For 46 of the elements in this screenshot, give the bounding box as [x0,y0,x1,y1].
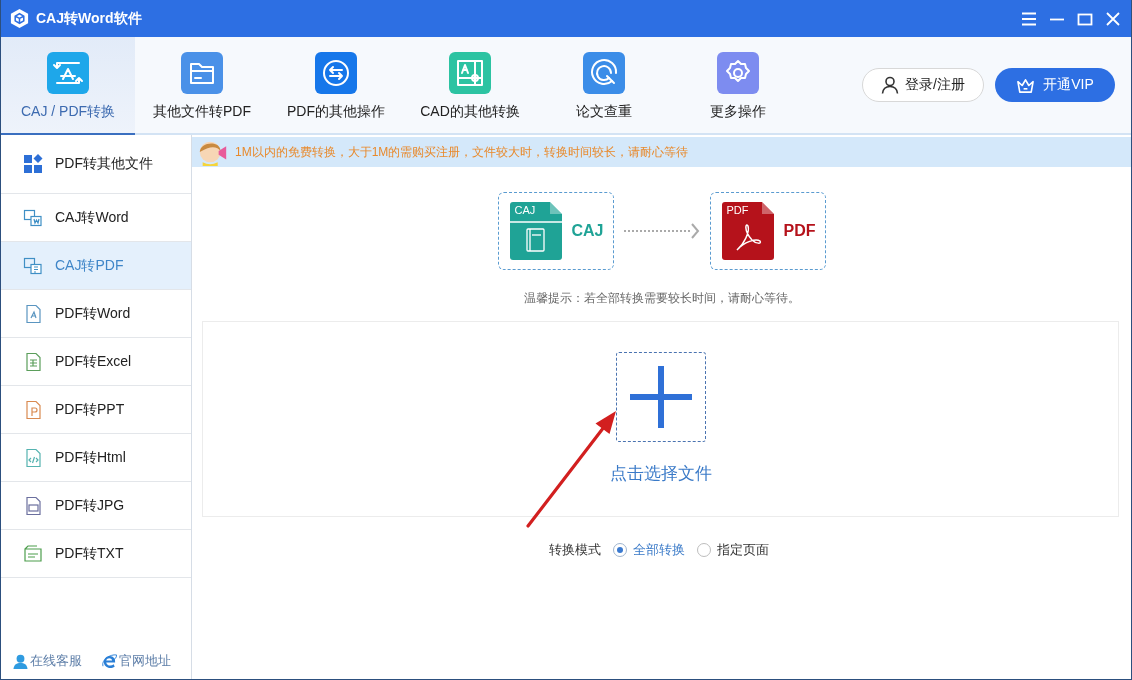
menu-icon[interactable] [1021,10,1037,27]
format-label: PDF [783,222,816,240]
folder-icon [181,52,223,94]
app-logo-icon [9,8,30,29]
toolbar-tab[interactable]: CAD的其他转换 [403,37,537,135]
format-label: CAJ [571,222,604,240]
document-icon [23,303,43,324]
radio-button[interactable] [696,543,711,557]
select-file-link[interactable]: 点击选择文件 [609,462,712,485]
search-rings-icon [583,52,625,94]
swap-arrows-icon [315,52,357,94]
documents-icon [23,207,43,228]
convert-arrows-icon [47,52,89,94]
hint-text: 温馨提示：若全部转换需要较长时间，请耐心等待。 [523,290,800,307]
plus-icon [629,366,692,428]
file-type-label: PDF [726,204,749,216]
user-icon [13,653,28,669]
radio-button[interactable] [612,543,627,557]
add-file-button[interactable] [615,352,706,442]
grid-icon [23,154,43,174]
notice-text: 1M以内的免费转换，大于1M的需购买注册，文件较大时，转换时间较长，请耐心等待 [235,143,689,161]
toolbar-tab[interactable]: CAJ / PDF转换 [1,37,135,135]
window-title: CAJ转Word软件 [36,9,142,28]
login-button[interactable]: 登录/注册 [862,68,984,102]
radio-label[interactable]: 指定页面 [716,541,769,559]
website-link[interactable]: 官网地址 [102,652,171,670]
drawing-frame-icon [449,52,491,94]
toolbar-tab[interactable]: 论文查重 [537,37,671,135]
text-document-icon [23,543,43,564]
toolbar-tab[interactable]: 更多操作 [671,37,805,135]
gear-icon [717,52,759,94]
document-icon [23,399,43,420]
online-service-link[interactable]: 在线客服 [13,652,82,670]
browser-icon [102,653,117,669]
toolbar-tab[interactable]: PDF的其他操作 [269,37,403,135]
close-icon[interactable] [1105,10,1121,27]
file-type-label: CAJ [514,204,536,216]
code-document-icon [23,447,43,468]
toolbar-tab[interactable]: 其他文件转PDF [135,37,269,135]
vip-button[interactable]: 开通VIP [995,68,1115,102]
mode-label: 转换模式 [548,541,601,559]
radio-label[interactable]: 全部转换 [632,541,685,559]
user-icon [881,76,900,94]
spreadsheet-icon [23,351,43,372]
documents-icon [23,255,43,276]
image-document-icon [23,495,43,516]
